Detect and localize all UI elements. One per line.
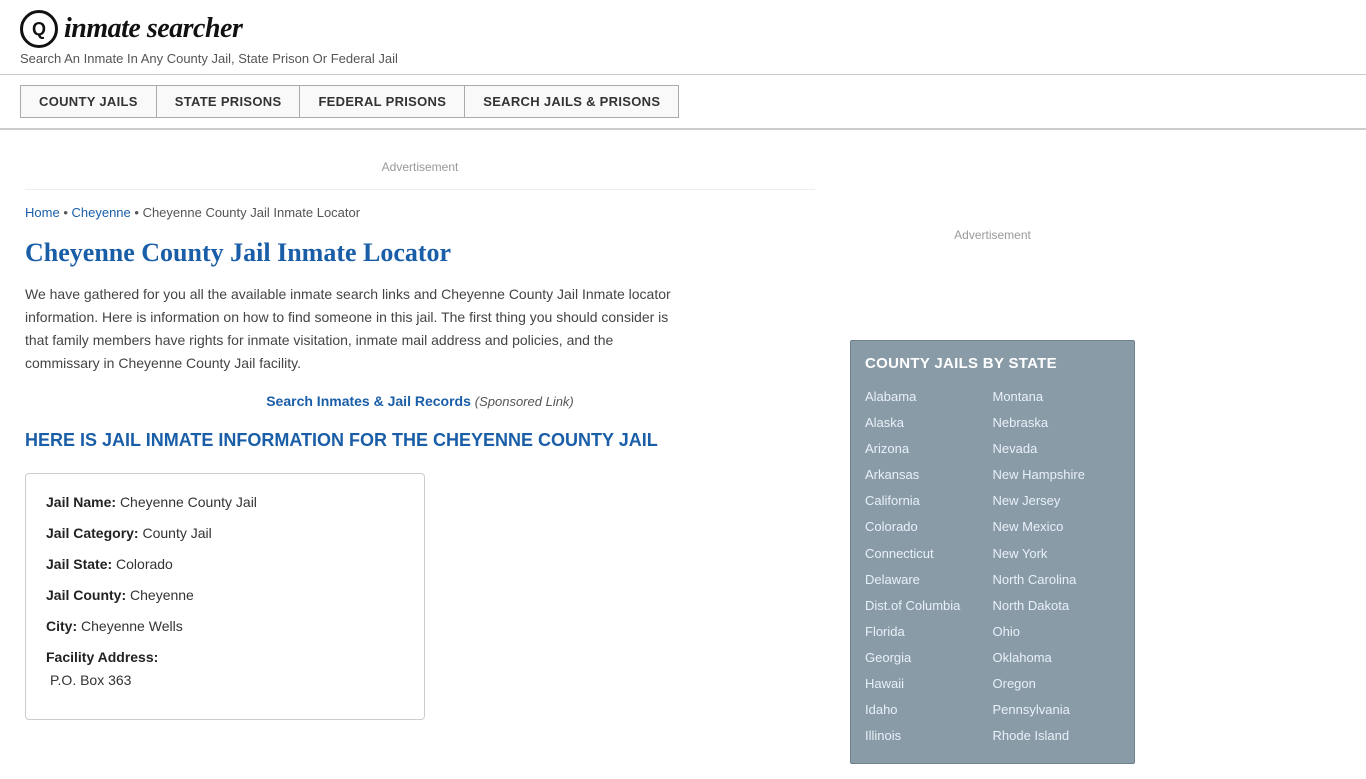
jail-city-label: City: — [46, 618, 77, 634]
state-box-title: COUNTY JAILS BY STATE — [865, 355, 1120, 372]
state-link-delaware[interactable]: Delaware — [865, 567, 993, 593]
state-link-north-carolina[interactable]: North Carolina — [993, 567, 1121, 593]
jail-city-row: City: Cheyenne Wells — [46, 616, 404, 637]
page-title: Cheyenne County Jail Inmate Locator — [25, 238, 815, 268]
jail-state-value-text: Colorado — [116, 556, 173, 572]
state-link-georgia[interactable]: Georgia — [865, 645, 993, 671]
jail-county-label: Jail County: — [46, 587, 126, 603]
state-link-alaska[interactable]: Alaska — [865, 410, 993, 436]
jail-info-box: Jail Name: Cheyenne County Jail Jail Cat… — [25, 473, 425, 720]
state-link-hawaii[interactable]: Hawaii — [865, 671, 993, 697]
state-link-illinois[interactable]: Illinois — [865, 723, 993, 749]
jail-name-row: Jail Name: Cheyenne County Jail — [46, 492, 404, 513]
logo-area: Q inmate searcher — [20, 10, 1346, 48]
jail-category-row: Jail Category: County Jail — [46, 523, 404, 544]
jail-state-row: Jail State: Colorado — [46, 554, 404, 575]
jail-category-value-text: County Jail — [142, 525, 211, 541]
jail-address-row: Facility Address: P.O. Box 363 — [46, 647, 404, 691]
breadcrumb: Home • Cheyenne • Cheyenne County Jail I… — [25, 205, 815, 220]
content-area: Advertisement Home • Cheyenne • Cheyenne… — [0, 130, 840, 779]
state-link-pennsylvania[interactable]: Pennsylvania — [993, 697, 1121, 723]
breadcrumb-cheyenne[interactable]: Cheyenne — [71, 205, 130, 220]
state-link-new-jersey[interactable]: New Jersey — [993, 488, 1121, 514]
nav-search-jails[interactable]: SEARCH JAILS & PRISONS — [464, 85, 679, 118]
state-link-alabama[interactable]: Alabama — [865, 384, 993, 410]
state-link-california[interactable]: California — [865, 488, 993, 514]
state-box: COUNTY JAILS BY STATE AlabamaAlaskaArizo… — [850, 340, 1135, 764]
state-columns: AlabamaAlaskaArizonaArkansasCaliforniaCo… — [865, 384, 1120, 749]
jail-state-label: Jail State: — [46, 556, 112, 572]
state-link-new-mexico[interactable]: New Mexico — [993, 514, 1121, 540]
breadcrumb-current: Cheyenne County Jail Inmate Locator — [143, 205, 361, 220]
jail-county-row: Jail County: Cheyenne — [46, 585, 404, 606]
state-link-rhode-island[interactable]: Rhode Island — [993, 723, 1121, 749]
state-col-left: AlabamaAlaskaArizonaArkansasCaliforniaCo… — [865, 384, 993, 749]
state-link-north-dakota[interactable]: North Dakota — [993, 593, 1121, 619]
sponsored-text: (Sponsored Link) — [475, 394, 574, 409]
nav-state-prisons[interactable]: STATE PRISONS — [156, 85, 300, 118]
state-link-dist.of-columbia[interactable]: Dist.of Columbia — [865, 593, 993, 619]
site-header: Q inmate searcher Search An Inmate In An… — [0, 0, 1366, 75]
sponsored-link-area: Search Inmates & Jail Records (Sponsored… — [25, 393, 815, 409]
state-link-connecticut[interactable]: Connecticut — [865, 541, 993, 567]
jail-address-label: Facility Address: — [46, 649, 158, 665]
ad-banner: Advertisement — [25, 145, 815, 190]
state-link-montana[interactable]: Montana — [993, 384, 1121, 410]
nav-federal-prisons[interactable]: FEDERAL PRISONS — [299, 85, 464, 118]
main-content: Advertisement Home • Cheyenne • Cheyenne… — [0, 130, 1366, 779]
state-link-nevada[interactable]: Nevada — [993, 436, 1121, 462]
jail-name-label: Jail Name: — [46, 494, 116, 510]
jail-address-value: P.O. Box 363 — [46, 670, 404, 691]
sponsored-link[interactable]: Search Inmates & Jail Records — [266, 393, 471, 409]
state-link-colorado[interactable]: Colorado — [865, 514, 993, 540]
state-link-arizona[interactable]: Arizona — [865, 436, 993, 462]
jail-category-label: Jail Category: — [46, 525, 139, 541]
site-tagline: Search An Inmate In Any County Jail, Sta… — [20, 51, 1346, 66]
breadcrumb-separator-2: • — [134, 205, 142, 220]
sidebar: Advertisement COUNTY JAILS BY STATE Alab… — [840, 130, 1150, 779]
state-link-new-hampshire[interactable]: New Hampshire — [993, 462, 1121, 488]
nav-county-jails[interactable]: COUNTY JAILS — [20, 85, 156, 118]
intro-text: We have gathered for you all the availab… — [25, 283, 675, 375]
state-link-oregon[interactable]: Oregon — [993, 671, 1121, 697]
jail-city-value-text: Cheyenne Wells — [81, 618, 183, 634]
logo-text: inmate searcher — [64, 13, 242, 45]
state-link-new-york[interactable]: New York — [993, 541, 1121, 567]
state-link-nebraska[interactable]: Nebraska — [993, 410, 1121, 436]
state-link-oklahoma[interactable]: Oklahoma — [993, 645, 1121, 671]
state-link-idaho[interactable]: Idaho — [865, 697, 993, 723]
state-link-ohio[interactable]: Ohio — [993, 619, 1121, 645]
state-link-arkansas[interactable]: Arkansas — [865, 462, 993, 488]
section-heading: HERE IS JAIL INMATE INFORMATION FOR THE … — [25, 429, 815, 452]
breadcrumb-home[interactable]: Home — [25, 205, 60, 220]
main-nav: COUNTY JAILS STATE PRISONS FEDERAL PRISO… — [0, 75, 1366, 130]
jail-county-value-text: Cheyenne — [130, 587, 194, 603]
jail-name-value-text: Cheyenne County Jail — [120, 494, 257, 510]
logo-icon: Q — [20, 10, 58, 48]
sidebar-ad: Advertisement — [850, 145, 1135, 325]
state-col-right: MontanaNebraskaNevadaNew HampshireNew Je… — [993, 384, 1121, 749]
state-link-florida[interactable]: Florida — [865, 619, 993, 645]
